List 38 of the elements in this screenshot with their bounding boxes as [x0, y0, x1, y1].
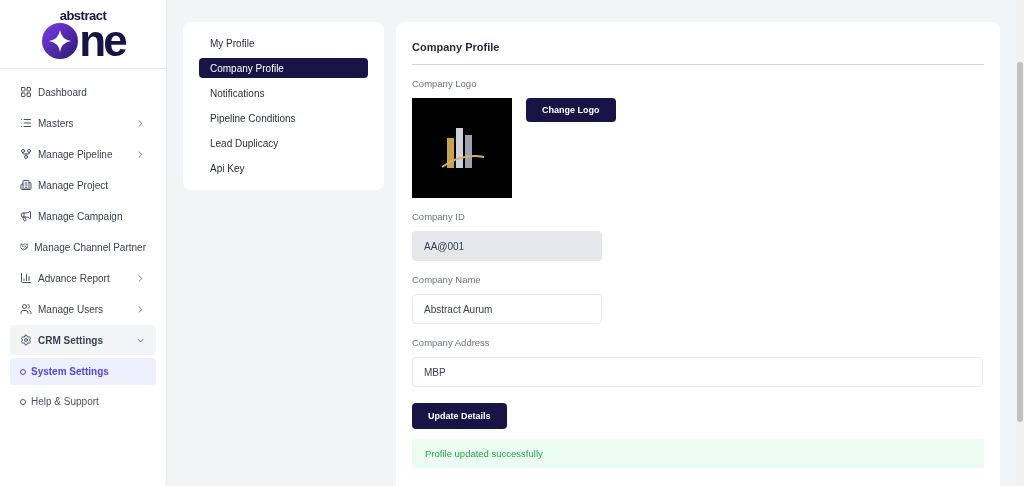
success-message: Profile updated successfully: [412, 439, 984, 468]
change-logo-button[interactable]: Change Logo: [526, 98, 616, 122]
sidebar-item[interactable]: Advance Report: [10, 263, 156, 293]
sidebar-item[interactable]: Dashboard: [10, 77, 156, 107]
sidebar-item[interactable]: Masters: [10, 108, 156, 138]
settings-menu-item[interactable]: Api Key: [199, 158, 368, 178]
settings-menu-item[interactable]: My Profile: [199, 33, 368, 53]
grid-icon: [20, 86, 32, 98]
megaphone-icon: [20, 210, 32, 222]
branch-icon: [20, 148, 32, 160]
field-label: Company ID: [412, 211, 466, 222]
settings-icon: [20, 334, 32, 346]
sidebar-item[interactable]: CRM Settings: [10, 325, 156, 355]
sidebar-item[interactable]: Manage Channel Partner: [10, 232, 156, 262]
input-field[interactable]: Abstract Aurum: [412, 294, 602, 324]
brand-logo: abstract ne: [0, 0, 166, 69]
sidebar-item[interactable]: Manage Users: [10, 294, 156, 324]
bar-chart-icon: [20, 272, 32, 284]
sidebar-subitem[interactable]: System Settings: [10, 358, 156, 385]
users-icon: [20, 303, 32, 315]
input-field[interactable]: MBP: [412, 357, 983, 387]
card-title: Company Profile: [412, 41, 984, 65]
building-icon: [20, 179, 32, 191]
field-label: Company Logo: [412, 78, 478, 89]
settings-menu-item[interactable]: Company Profile: [199, 58, 368, 78]
scrollbar-thumb[interactable]: [1017, 62, 1023, 422]
field-label: Company Address: [412, 337, 491, 348]
sidebar-item[interactable]: Manage Campaign: [10, 201, 156, 231]
settings-menu-item[interactable]: Notifications: [199, 83, 368, 103]
field-label: Company Name: [412, 274, 482, 285]
list-icon: [20, 117, 32, 129]
update-details-button[interactable]: Update Details: [412, 403, 507, 429]
sidebar-item[interactable]: Manage Pipeline: [10, 139, 156, 169]
sidebar-item[interactable]: Manage Project: [10, 170, 156, 200]
settings-menu-item[interactable]: Lead Duplicacy: [199, 133, 368, 153]
settings-menu-item[interactable]: Pipeline Conditions: [199, 108, 368, 128]
handshake-icon: [20, 241, 29, 253]
sidebar-subitem[interactable]: Help & Support: [10, 388, 156, 415]
